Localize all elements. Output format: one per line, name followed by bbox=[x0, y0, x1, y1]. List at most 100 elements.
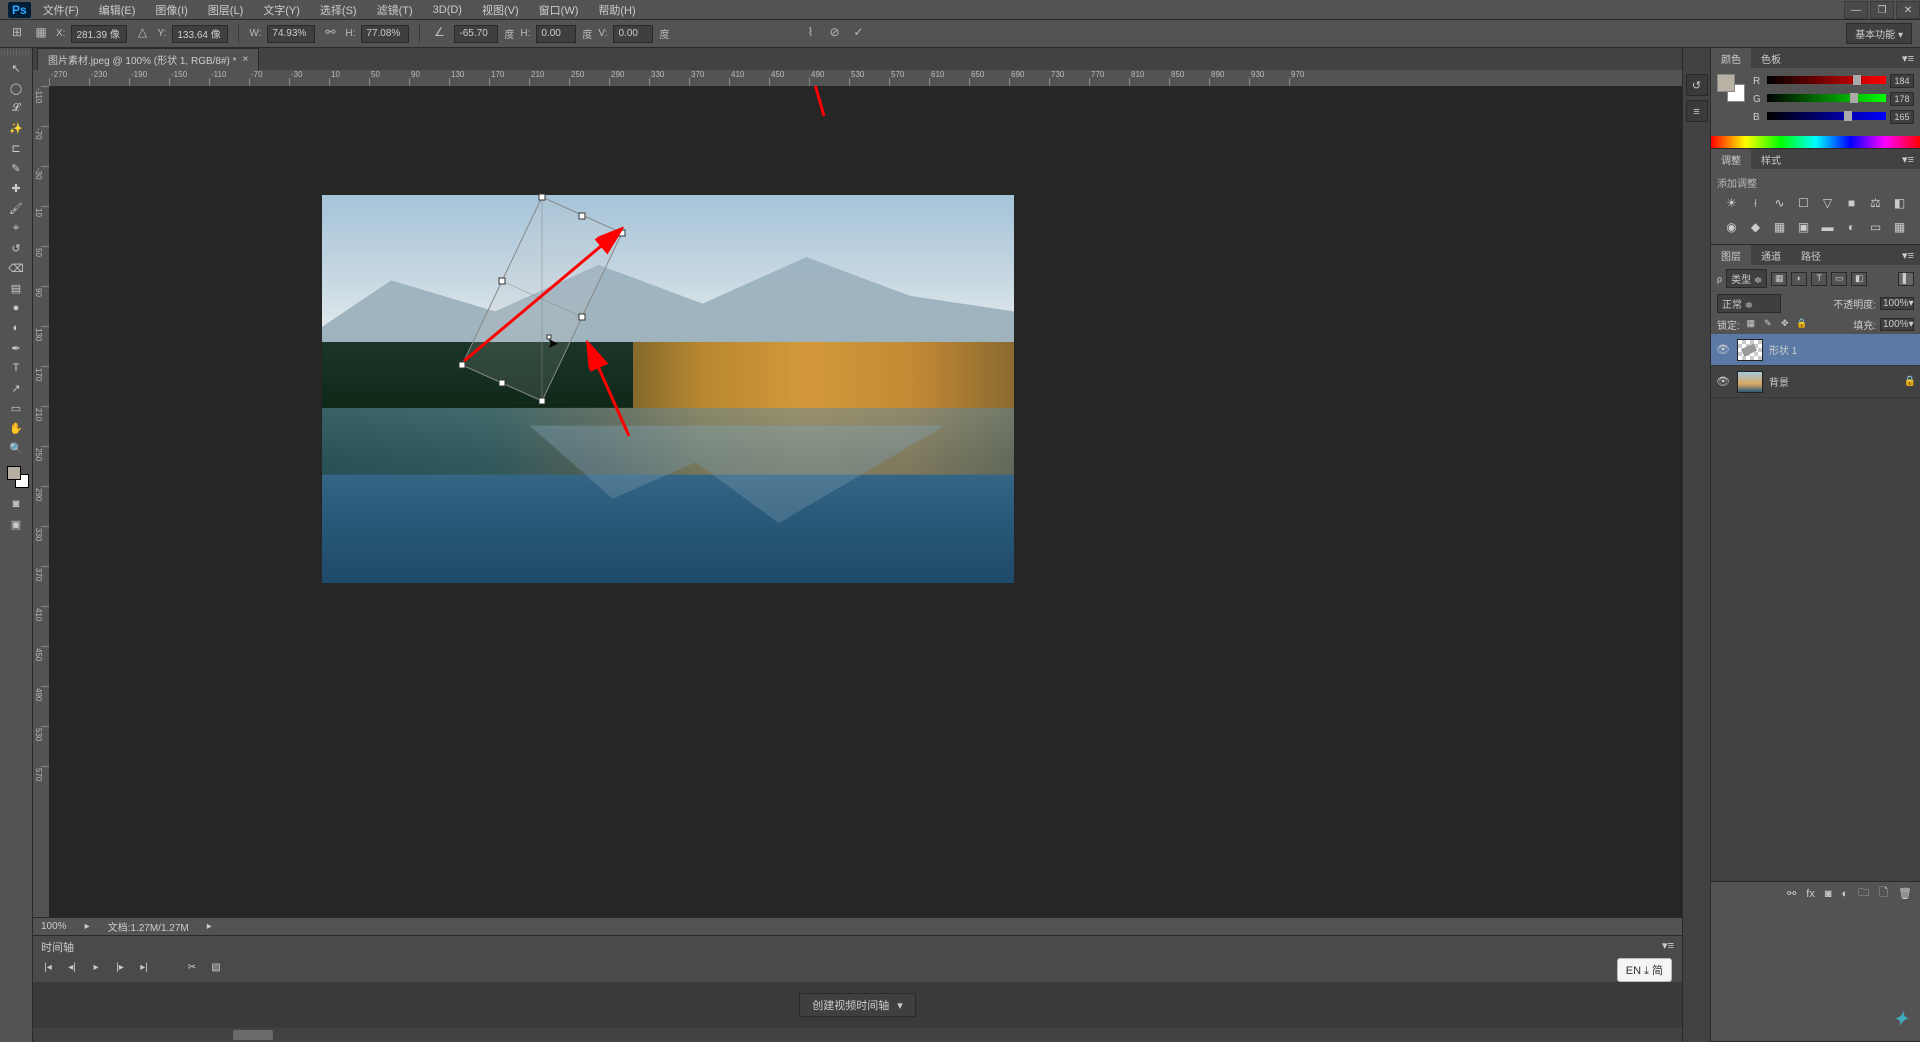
properties-panel-icon[interactable]: ≡ bbox=[1686, 100, 1708, 122]
menu-select[interactable]: 选择(S) bbox=[312, 0, 365, 20]
menu-layer[interactable]: 图层(L) bbox=[200, 0, 251, 20]
eyedropper-tool[interactable]: ✎ bbox=[3, 158, 29, 178]
curves-icon[interactable]: ∿ bbox=[1771, 196, 1789, 214]
menu-filter[interactable]: 滤镜(T) bbox=[369, 0, 421, 20]
r-value[interactable]: 184 bbox=[1890, 74, 1914, 88]
exposure-icon[interactable]: ☐ bbox=[1795, 196, 1813, 214]
b-value[interactable]: 165 bbox=[1890, 110, 1914, 124]
next-frame-button[interactable]: |▸ bbox=[113, 962, 127, 976]
h-skew-input[interactable] bbox=[536, 25, 576, 43]
filter-pixel-icon[interactable]: ▦ bbox=[1771, 272, 1787, 286]
commit-transform-icon[interactable]: ✓ bbox=[849, 25, 867, 43]
selective-color-icon[interactable]: ▦ bbox=[1891, 220, 1909, 238]
zoom-level[interactable]: 100% bbox=[41, 921, 67, 932]
y-input[interactable] bbox=[172, 25, 228, 43]
crop-tool[interactable]: ⊏ bbox=[3, 138, 29, 158]
delete-layer-icon[interactable]: 🗑 bbox=[1898, 887, 1912, 900]
eraser-tool[interactable]: ⌫ bbox=[3, 258, 29, 278]
hand-tool[interactable]: ✋ bbox=[3, 418, 29, 438]
quick-mask-toggle[interactable]: ◙ bbox=[3, 494, 29, 514]
menu-3d[interactable]: 3D(D) bbox=[425, 2, 470, 18]
menu-file[interactable]: 文件(F) bbox=[35, 0, 87, 20]
filter-shape-icon[interactable]: ▭ bbox=[1831, 272, 1847, 286]
threshold-icon[interactable]: ◐ bbox=[1843, 220, 1861, 238]
brush-tool[interactable]: 🖌 bbox=[3, 198, 29, 218]
channel-mixer-icon[interactable]: ◆ bbox=[1747, 220, 1765, 238]
filter-type-icon[interactable]: T bbox=[1811, 272, 1827, 286]
warp-icon[interactable]: ⌇ bbox=[801, 25, 819, 43]
link-layers-icon[interactable]: ⚯ bbox=[1787, 887, 1796, 900]
fill-input[interactable]: 100%▾ bbox=[1880, 318, 1914, 331]
close-button[interactable]: ✕ bbox=[1896, 1, 1920, 19]
dodge-tool[interactable]: ◐ bbox=[3, 318, 29, 338]
menu-window[interactable]: 窗口(W) bbox=[531, 0, 587, 20]
path-selection-tool[interactable]: ↗ bbox=[3, 378, 29, 398]
healing-brush-tool[interactable]: ✚ bbox=[3, 178, 29, 198]
link-wh-icon[interactable]: ⚯ bbox=[321, 25, 339, 43]
b-slider[interactable] bbox=[1767, 112, 1886, 122]
fg-bg-color[interactable] bbox=[3, 464, 29, 494]
timeline-title[interactable]: 时间轴 bbox=[41, 939, 74, 953]
shape-tool[interactable]: ▭ bbox=[3, 398, 29, 418]
type-tool[interactable]: T bbox=[3, 358, 29, 378]
filter-adjustment-icon[interactable]: ◐ bbox=[1791, 272, 1807, 286]
tab-layers[interactable]: 图层 bbox=[1711, 245, 1751, 266]
color-panel-menu-icon[interactable]: ▾≡ bbox=[1896, 52, 1920, 65]
canvas[interactable]: ➤ bbox=[322, 195, 1014, 583]
angle-input[interactable] bbox=[454, 25, 498, 43]
layer-thumbnail[interactable] bbox=[1737, 339, 1763, 361]
h-input[interactable] bbox=[361, 25, 409, 43]
menu-type[interactable]: 文字(Y) bbox=[255, 0, 308, 20]
lasso-tool[interactable]: 𝓛 bbox=[3, 98, 29, 118]
document-tab-close-icon[interactable]: × bbox=[243, 54, 249, 65]
play-button[interactable]: ▸ bbox=[89, 962, 103, 976]
tab-paths[interactable]: 路径 bbox=[1791, 245, 1831, 266]
visibility-toggle-icon[interactable]: 👁 bbox=[1715, 375, 1731, 388]
g-slider[interactable] bbox=[1767, 94, 1886, 104]
canvas-viewport[interactable]: ➤ bbox=[49, 86, 1682, 917]
prev-frame-button[interactable]: ◂| bbox=[65, 962, 79, 976]
blur-tool[interactable]: ● bbox=[3, 298, 29, 318]
filter-toggle[interactable]: ▌ bbox=[1898, 272, 1914, 286]
delta-icon[interactable]: △ bbox=[133, 25, 151, 43]
gradient-map-icon[interactable]: ▭ bbox=[1867, 220, 1885, 238]
status-menu-icon[interactable]: ▸ bbox=[207, 921, 212, 932]
lock-pixels-icon[interactable]: ✎ bbox=[1761, 318, 1775, 332]
invert-icon[interactable]: ▣ bbox=[1795, 220, 1813, 238]
ime-indicator[interactable]: EN ⤓ 简 bbox=[1617, 958, 1672, 982]
menu-image[interactable]: 图像(I) bbox=[147, 0, 195, 20]
opacity-input[interactable]: 100%▾ bbox=[1880, 297, 1914, 310]
go-first-frame-button[interactable]: |◂ bbox=[41, 962, 55, 976]
r-slider[interactable] bbox=[1767, 76, 1886, 86]
visibility-toggle-icon[interactable]: 👁 bbox=[1715, 343, 1731, 356]
layer-name[interactable]: 背景 bbox=[1769, 374, 1789, 389]
add-mask-icon[interactable]: ◙ bbox=[1825, 888, 1832, 900]
menu-view[interactable]: 视图(V) bbox=[474, 0, 527, 20]
filter-smart-icon[interactable]: ◧ bbox=[1851, 272, 1867, 286]
tab-color[interactable]: 颜色 bbox=[1711, 48, 1751, 69]
tab-channels[interactable]: 通道 bbox=[1751, 245, 1791, 266]
color-balance-icon[interactable]: ⚖ bbox=[1867, 196, 1885, 214]
vertical-ruler[interactable]: -110-70-30105090130170210250290330370410… bbox=[33, 86, 49, 917]
transform-bounding-box[interactable] bbox=[322, 195, 1014, 583]
maximize-button[interactable]: ❐ bbox=[1870, 1, 1894, 19]
create-video-timeline-button[interactable]: 创建视频时间轴▾ bbox=[799, 993, 916, 1017]
color-lookup-icon[interactable]: ▦ bbox=[1771, 220, 1789, 238]
transform-tool-icon[interactable]: ⊞ bbox=[8, 25, 26, 43]
adjustments-panel-menu-icon[interactable]: ▾≡ bbox=[1896, 153, 1920, 166]
levels-icon[interactable]: ⟊ bbox=[1747, 196, 1765, 214]
hue-saturation-icon[interactable]: ■ bbox=[1843, 196, 1861, 214]
layer-row[interactable]: 👁 形状 1 bbox=[1711, 334, 1920, 366]
menu-help[interactable]: 帮助(H) bbox=[590, 0, 643, 20]
black-white-icon[interactable]: ◧ bbox=[1891, 196, 1909, 214]
new-adjustment-layer-icon[interactable]: ◐ bbox=[1842, 888, 1849, 900]
reference-point-icon[interactable]: ▦ bbox=[32, 25, 50, 43]
timeline-scrollbar[interactable] bbox=[33, 1028, 1682, 1042]
pen-tool[interactable]: ✒ bbox=[3, 338, 29, 358]
layer-name[interactable]: 形状 1 bbox=[1769, 342, 1797, 357]
menu-edit[interactable]: 编辑(E) bbox=[91, 0, 144, 20]
horizontal-ruler[interactable]: -270-230-190-150-110-70-3010509013017021… bbox=[49, 70, 1682, 86]
workspace-switcher[interactable]: 基本功能 ▾ bbox=[1846, 23, 1912, 44]
posterize-icon[interactable]: ▬ bbox=[1819, 220, 1837, 238]
layer-style-icon[interactable]: fx bbox=[1806, 888, 1815, 900]
